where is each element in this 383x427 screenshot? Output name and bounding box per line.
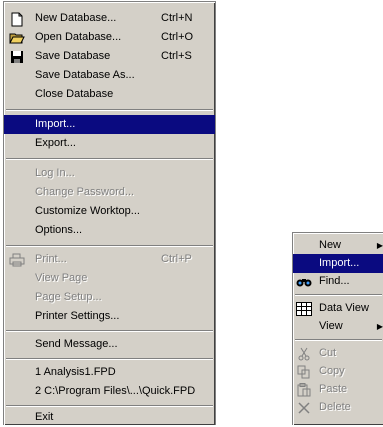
ctx-item-view[interactable]: View ▶ bbox=[293, 317, 383, 336]
menu-item-change-password: Change Password... bbox=[4, 183, 215, 202]
ctx-item-delete: Delete bbox=[293, 398, 383, 417]
menu-item-recent-file-2[interactable]: 2 C:\Program Files\...\Quick.FPD bbox=[4, 382, 215, 401]
menu-item-label: Exit bbox=[35, 411, 54, 423]
ctx-item-data-view[interactable]: Data View bbox=[293, 299, 383, 318]
paste-icon bbox=[296, 382, 312, 398]
menu-item-label: Send Message... bbox=[35, 338, 118, 350]
menu-item-label: Copy bbox=[319, 365, 345, 377]
menu-item-print: Print... Ctrl+P bbox=[4, 250, 215, 269]
ctx-item-new[interactable]: New ▶ bbox=[293, 236, 383, 255]
menu-item-options[interactable]: Options... bbox=[4, 221, 215, 240]
table-icon bbox=[296, 301, 312, 317]
menu-item-send-message[interactable]: Send Message... bbox=[4, 335, 215, 354]
menu-item-label: Options... bbox=[35, 224, 83, 236]
menu-item-label: Find... bbox=[319, 275, 350, 287]
menu-item-label: Close Database bbox=[35, 88, 114, 100]
file-menu: New Database... Ctrl+N Open Database... … bbox=[3, 1, 216, 425]
shortcut-label: Ctrl+O bbox=[161, 31, 194, 43]
menu-item-label: Save Database As... bbox=[35, 69, 135, 81]
menu-item-label: Import... bbox=[35, 118, 76, 130]
menu-item-label: Page Setup... bbox=[35, 291, 102, 303]
scissors-icon bbox=[296, 346, 312, 362]
menu-item-label: View bbox=[319, 320, 343, 332]
menu-item-recent-file-1[interactable]: 1 Analysis1.FPD bbox=[4, 363, 215, 382]
menu-item-save-database-as[interactable]: Save Database As... bbox=[4, 66, 215, 85]
printer-icon bbox=[9, 252, 25, 268]
menu-item-label: Log In... bbox=[35, 167, 75, 179]
shortcut-label: Ctrl+N bbox=[161, 12, 193, 24]
menu-item-label: New Database... bbox=[35, 12, 117, 24]
ctx-item-cut: Cut bbox=[293, 344, 383, 363]
menu-item-label: Customize Worktop... bbox=[35, 205, 140, 217]
menu-separator bbox=[295, 339, 382, 341]
menu-item-label: Print... bbox=[35, 253, 67, 265]
ctx-item-copy: Copy bbox=[293, 362, 383, 381]
menu-item-export[interactable]: Export... bbox=[4, 134, 215, 153]
menu-separator bbox=[6, 330, 213, 332]
menu-separator bbox=[6, 158, 213, 160]
copy-icon bbox=[296, 364, 312, 380]
shortcut-label: Ctrl+P bbox=[161, 253, 192, 265]
menu-item-label: 1 Analysis1.FPD bbox=[35, 366, 116, 378]
menu-item-save-database[interactable]: Save Database Ctrl+S bbox=[4, 47, 215, 66]
menu-item-label: Import... bbox=[319, 257, 360, 269]
menu-item-label: Open Database... bbox=[35, 31, 122, 43]
submenu-arrow-icon: ▶ bbox=[376, 322, 383, 331]
menu-item-log-in: Log In... bbox=[4, 164, 215, 183]
menu-item-exit[interactable]: Exit bbox=[4, 408, 215, 427]
ctx-item-find[interactable]: Find... bbox=[293, 272, 383, 291]
ctx-item-import[interactable]: Import... bbox=[293, 254, 383, 273]
menu-item-label: Delete bbox=[319, 401, 351, 413]
menu-item-label: Paste bbox=[319, 383, 348, 395]
context-menu: New ▶ Import... Find... Data View View ▶… bbox=[292, 232, 383, 425]
menu-item-label: Export... bbox=[35, 137, 76, 149]
menu-item-open-database[interactable]: Open Database... Ctrl+O bbox=[4, 28, 215, 47]
menu-separator bbox=[6, 405, 213, 407]
menu-item-label: New bbox=[319, 239, 342, 251]
binoculars-icon bbox=[296, 274, 312, 290]
menu-item-label: Change Password... bbox=[35, 186, 135, 198]
menu-item-label: Save Database bbox=[35, 50, 111, 62]
menu-item-label: View Page bbox=[35, 272, 88, 284]
menu-item-import[interactable]: Import... bbox=[4, 115, 215, 134]
menu-item-page-setup: Page Setup... bbox=[4, 288, 215, 307]
menu-item-new-database[interactable]: New Database... Ctrl+N bbox=[4, 9, 215, 28]
menu-separator bbox=[6, 358, 213, 360]
new-document-icon bbox=[9, 11, 25, 27]
menu-item-label: 2 C:\Program Files\...\Quick.FPD bbox=[35, 385, 196, 397]
menu-item-view-page: View Page bbox=[4, 269, 215, 288]
ctx-item-paste: Paste bbox=[293, 380, 383, 399]
menu-item-printer-settings[interactable]: Printer Settings... bbox=[4, 307, 215, 326]
menu-separator bbox=[6, 245, 213, 247]
menu-item-customize-worktop[interactable]: Customize Worktop... bbox=[4, 202, 215, 221]
menu-separator bbox=[6, 109, 213, 111]
menu-item-label: Cut bbox=[319, 347, 337, 359]
shortcut-label: Ctrl+S bbox=[161, 50, 192, 62]
menu-item-close-database[interactable]: Close Database bbox=[4, 85, 215, 104]
open-folder-icon bbox=[9, 30, 25, 46]
menu-item-label: Printer Settings... bbox=[35, 310, 120, 322]
submenu-arrow-icon: ▶ bbox=[376, 241, 383, 250]
menu-separator bbox=[295, 294, 382, 296]
save-disk-icon bbox=[9, 49, 25, 65]
menu-item-label: Data View bbox=[319, 302, 369, 314]
delete-x-icon bbox=[296, 400, 312, 416]
